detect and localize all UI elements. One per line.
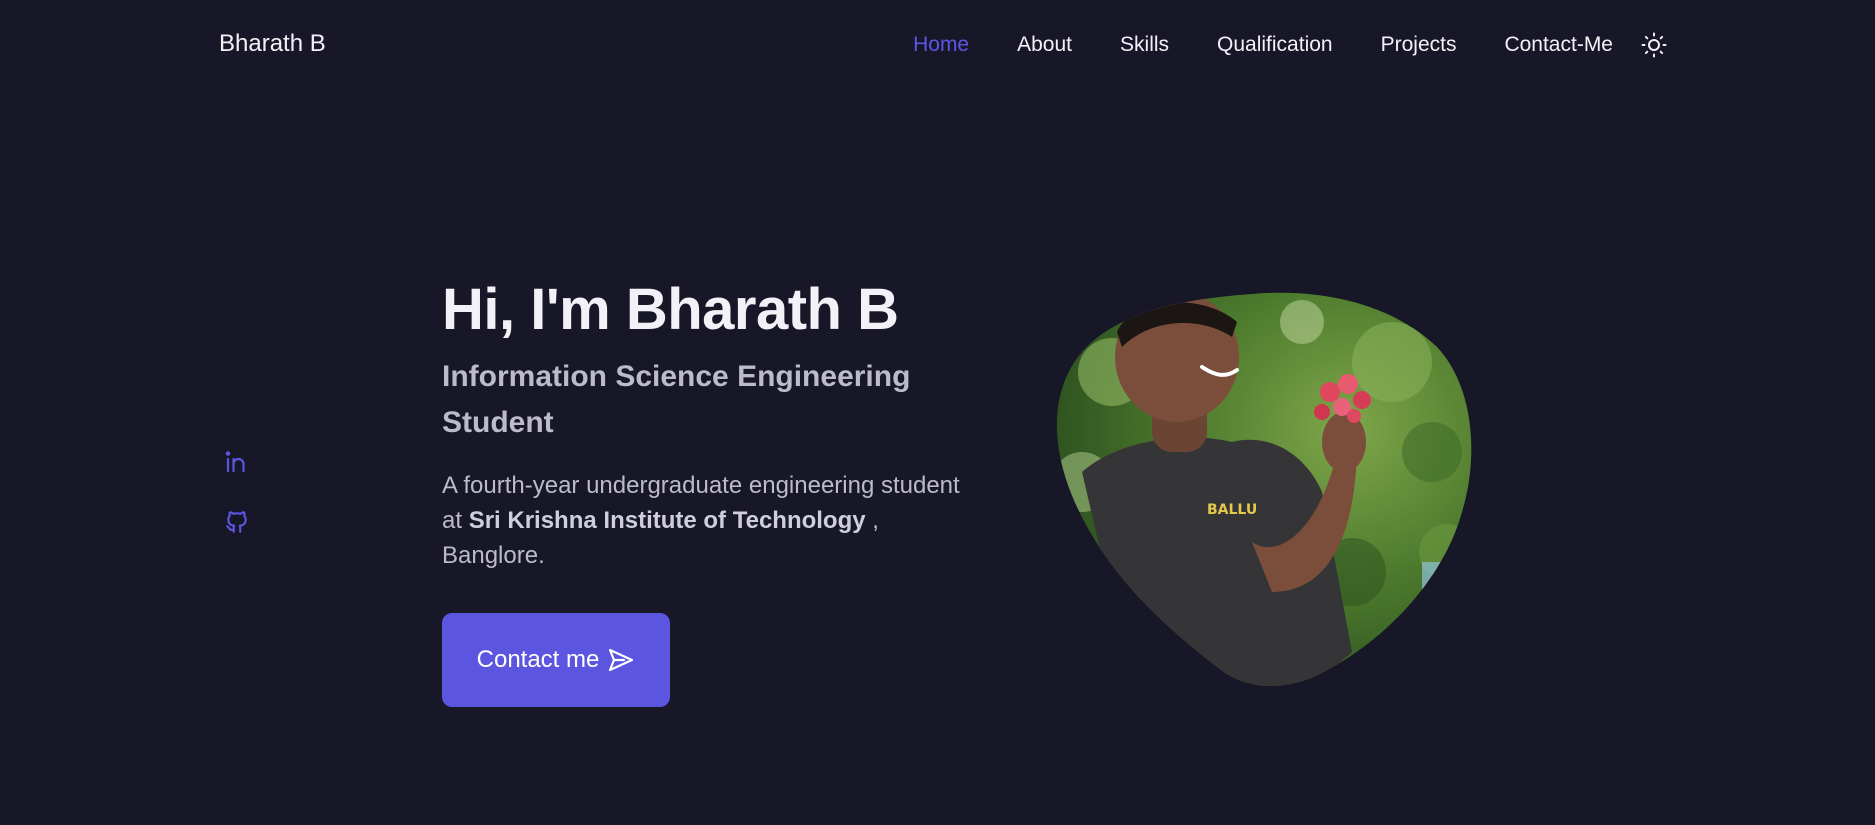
github-icon <box>226 511 247 533</box>
main-nav: Home About Skills Qualification Projects… <box>913 28 1669 62</box>
nav-projects[interactable]: Projects <box>1381 28 1457 62</box>
github-link[interactable] <box>223 508 251 536</box>
linkedin-icon <box>225 451 245 473</box>
profile-photo: BALLU <box>1056 292 1472 687</box>
hero-subtitle: Information Science Engineering Student <box>442 360 911 439</box>
social-links <box>223 448 251 568</box>
nav-skills[interactable]: Skills <box>1120 28 1169 62</box>
nav-about[interactable]: About <box>1017 28 1072 62</box>
contact-me-button[interactable]: Contact me <box>442 613 670 707</box>
nav-home[interactable]: Home <box>913 28 969 62</box>
nav-contact-me[interactable]: Contact-Me <box>1504 28 1613 62</box>
hero-desc-institute: Sri Krishna Institute of Technology <box>468 507 866 534</box>
linkedin-link[interactable] <box>223 448 251 476</box>
site-logo[interactable]: Bharath B <box>219 30 326 58</box>
send-icon <box>609 648 634 672</box>
theme-toggle-button[interactable] <box>1639 30 1669 60</box>
hero-description: A fourth-year undergraduate engineering … <box>442 468 962 573</box>
profile-image-blob: BALLU <box>1052 292 1474 687</box>
header: Bharath B Home About Skills Qualificatio… <box>0 0 1875 92</box>
hero-text: Hi, I'm Bharath B Information Science En… <box>442 270 962 573</box>
sun-icon <box>1641 32 1667 58</box>
nav-qualification[interactable]: Qualification <box>1217 28 1333 62</box>
contact-me-label: Contact me <box>476 646 600 673</box>
tshirt-print: BALLU <box>1207 502 1257 518</box>
hero-title: Hi, I'm Bharath B <box>442 277 899 342</box>
